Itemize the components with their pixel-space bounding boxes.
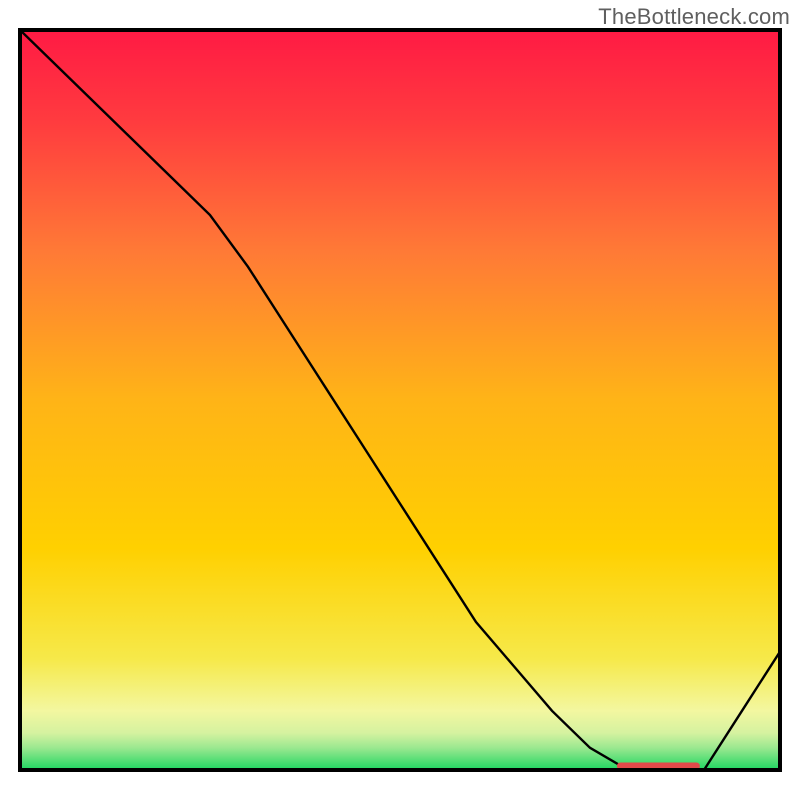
chart-svg [0, 0, 800, 800]
chart-canvas: TheBottleneck.com [0, 0, 800, 800]
watermark-text: TheBottleneck.com [598, 4, 790, 30]
